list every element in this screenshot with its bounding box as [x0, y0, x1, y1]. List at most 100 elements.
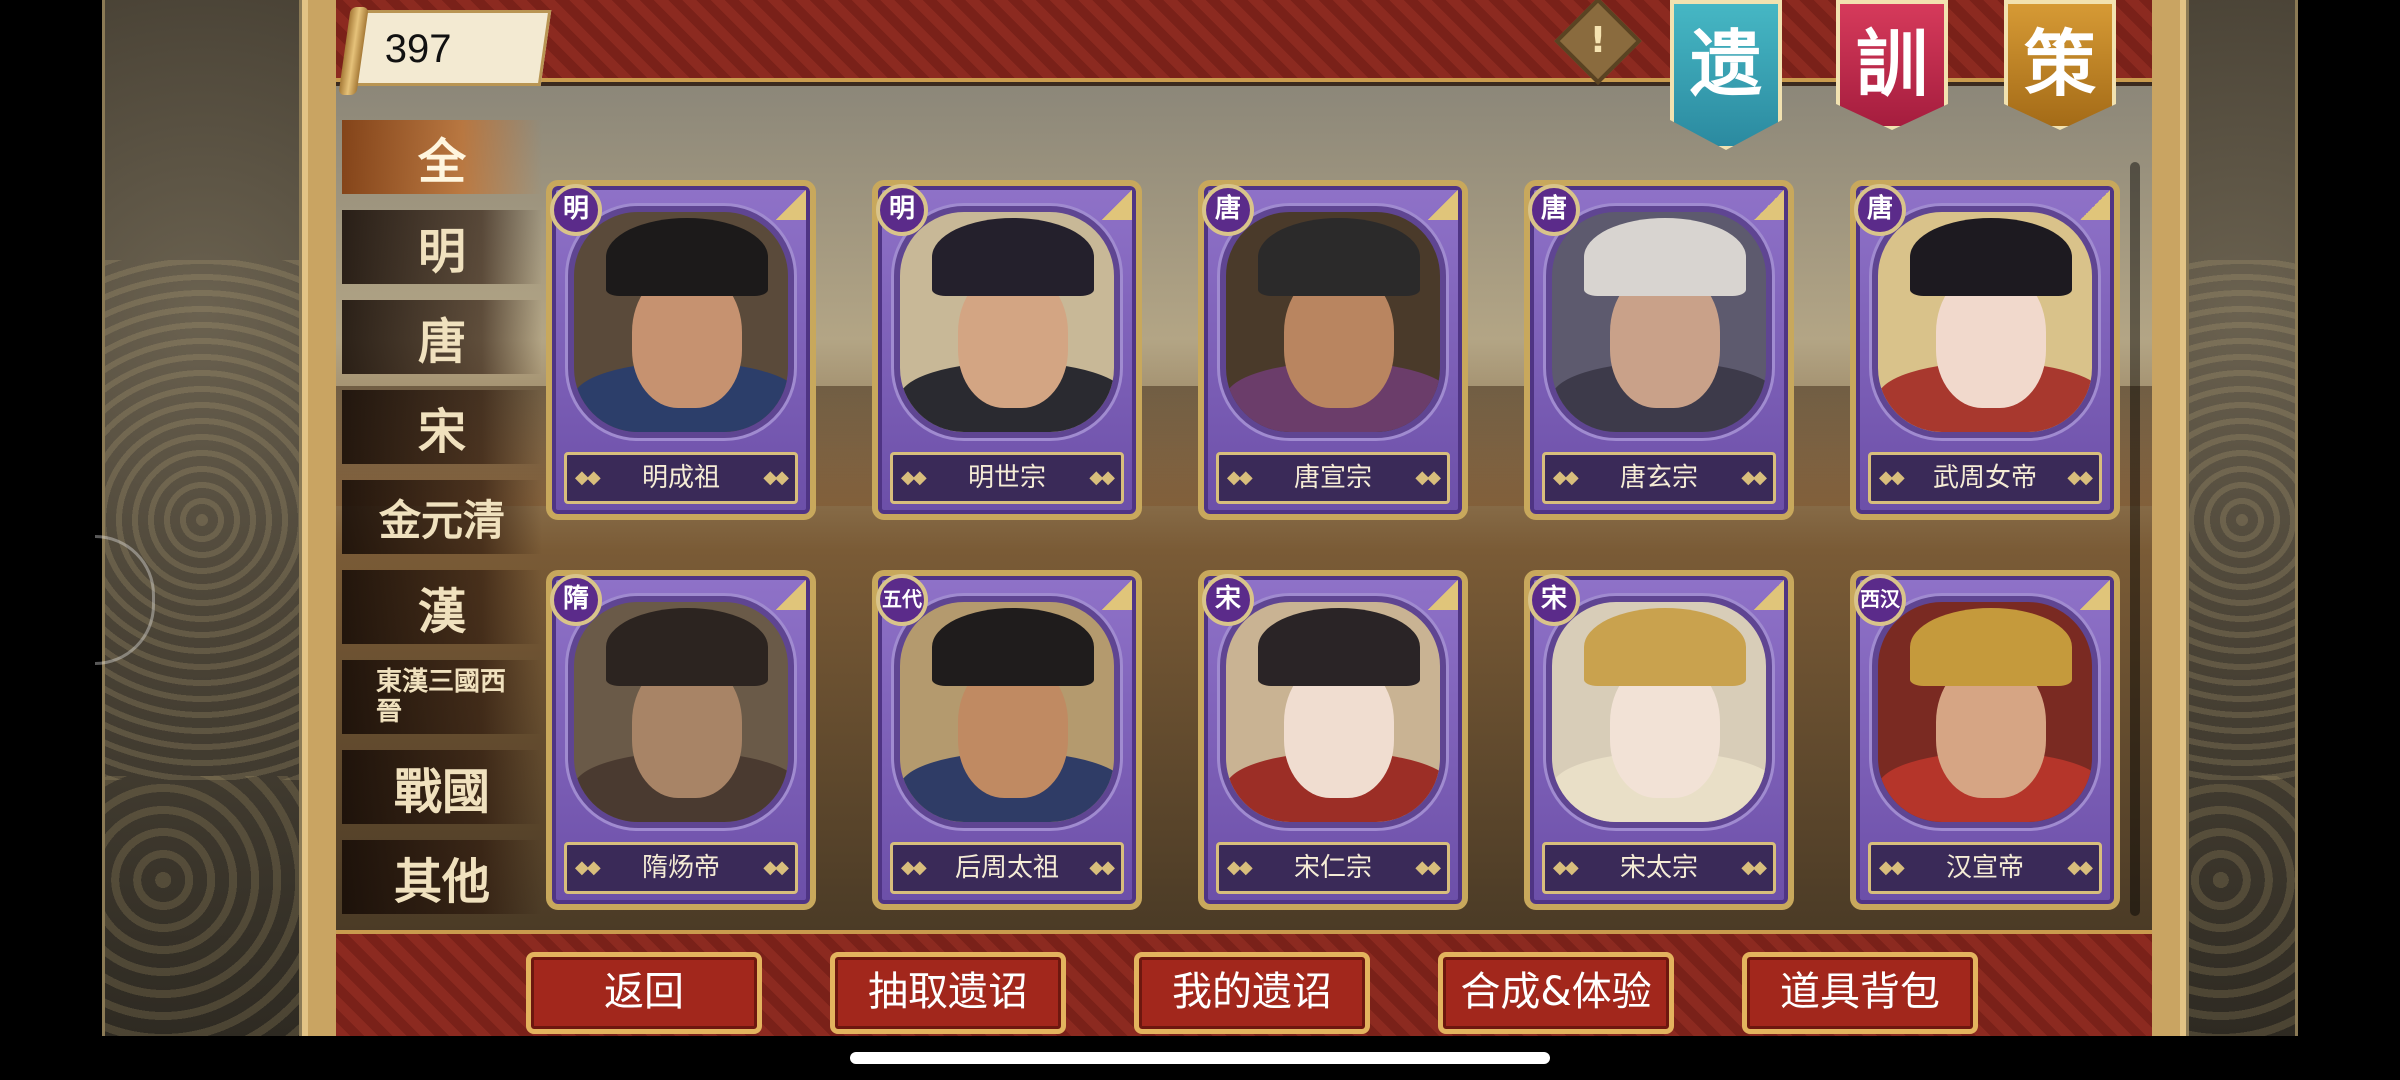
emperor-name: 唐玄宗 — [1619, 463, 1698, 493]
my-edicts-button[interactable]: 我的遗诏 — [1134, 952, 1370, 1034]
era-badge: 宋 — [1202, 574, 1254, 626]
card-list-scrollbar[interactable] — [2130, 162, 2140, 916]
hat — [932, 218, 1094, 296]
banner-ce-label: 策 — [2023, 21, 2096, 106]
emperor-name-plate: ◆◆ 武周女帝 ◆◆ — [1868, 452, 2102, 504]
ornament-icon: ◆◆ — [901, 467, 927, 488]
main-frame: 397 ! 遗 訓 策 全 明 唐 宋 金元清 漢 東漢三國西晉 戰國 其他 明 — [302, 0, 2186, 1036]
right-dragon-panel — [2186, 0, 2298, 1036]
emperor-card[interactable]: 隋 ◆◆ 隋炀帝 ◆◆ — [546, 570, 816, 910]
category-jin-yuan-qing[interactable]: 金元清 — [342, 480, 542, 554]
emperor-portrait — [1872, 206, 2098, 438]
cloud-decoration — [2189, 776, 2295, 1036]
emperor-name: 后周太祖 — [954, 853, 1059, 883]
emperor-name: 明世宗 — [967, 463, 1046, 493]
emperor-portrait — [568, 596, 794, 828]
emperor-portrait — [1546, 596, 1772, 828]
crown — [1910, 608, 2072, 686]
era-badge: 唐 — [1528, 184, 1580, 236]
emperor-portrait — [1220, 596, 1446, 828]
emperor-name-plate: ◆◆ 唐玄宗 ◆◆ — [1542, 452, 1776, 504]
banner-xun[interactable]: 訓 — [1836, 0, 1948, 130]
ornament-icon: ◆◆ — [1415, 467, 1441, 488]
emperor-card[interactable]: 明 ◆◆ 明成祖 ◆◆ — [546, 180, 816, 520]
cloud-decoration — [105, 776, 299, 1036]
emperor-name: 明成祖 — [641, 463, 720, 493]
emperor-name: 汉宣帝 — [1945, 853, 2024, 883]
era-badge: 五代 — [876, 574, 928, 626]
banner-yi-label: 遗 — [1689, 21, 1762, 106]
ornament-icon: ◆◆ — [1879, 857, 1905, 878]
emperor-name: 隋炀帝 — [641, 853, 720, 883]
category-donghan-sanguo-xijin[interactable]: 東漢三國西晉 — [342, 660, 542, 734]
item-bag-button[interactable]: 道具背包 — [1742, 952, 1978, 1034]
crown — [1584, 608, 1746, 686]
card-corner — [1102, 580, 1132, 610]
card-corner — [1102, 190, 1132, 220]
ornament-icon: ◆◆ — [901, 857, 927, 878]
hair — [1258, 608, 1420, 686]
era-badge: 西汉 — [1854, 574, 1906, 626]
emperor-card[interactable]: 宋 ◆◆ 宋仁宗 ◆◆ — [1198, 570, 1468, 910]
bottom-bar: 返回 抽取遗诏 我的遗诏 合成&体验 道具背包 — [336, 930, 2152, 1036]
category-zhanguo[interactable]: 戰國 — [342, 750, 542, 824]
banner-yi[interactable]: 遗 — [1670, 0, 1782, 150]
emperor-name-plate: ◆◆ 汉宣帝 ◆◆ — [1868, 842, 2102, 894]
emperor-card[interactable]: 西汉 ◆◆ 汉宣帝 ◆◆ — [1850, 570, 2120, 910]
ornament-icon: ◆◆ — [1227, 857, 1253, 878]
ornament-icon: ◆◆ — [1741, 467, 1767, 488]
emperor-name: 唐宣宗 — [1293, 463, 1372, 493]
ornament-icon: ◆◆ — [1553, 467, 1579, 488]
hair — [1910, 218, 2072, 296]
banner-ce[interactable]: 策 — [2004, 0, 2116, 130]
emperor-name-plate: ◆◆ 宋仁宗 ◆◆ — [1216, 842, 1450, 894]
scroll-icon — [338, 7, 369, 95]
emperor-name-plate: ◆◆ 隋炀帝 ◆◆ — [564, 842, 798, 894]
category-all[interactable]: 全 — [342, 120, 542, 194]
card-corner — [2080, 580, 2110, 610]
emperor-name-plate: ◆◆ 明世宗 ◆◆ — [890, 452, 1124, 504]
emperor-card[interactable]: 唐 ◆◆ 武周女帝 ◆◆ — [1850, 180, 2120, 520]
emperor-card[interactable]: 五代 ◆◆ 后周太祖 ◆◆ — [872, 570, 1142, 910]
category-ming[interactable]: 明 — [342, 210, 542, 284]
card-corner — [2080, 190, 2110, 220]
emperor-name-plate: ◆◆ 宋太宗 ◆◆ — [1542, 842, 1776, 894]
home-indicator[interactable] — [850, 1052, 1550, 1064]
hat — [1258, 218, 1420, 296]
era-badge: 隋 — [550, 574, 602, 626]
counter-value: 397 — [384, 27, 452, 71]
card-corner — [1754, 580, 1784, 610]
category-han[interactable]: 漢 — [342, 570, 542, 644]
draw-edict-button[interactable]: 抽取遗诏 — [830, 952, 1066, 1034]
era-badge: 明 — [550, 184, 602, 236]
emperor-name: 宋仁宗 — [1293, 853, 1372, 883]
main-panel: 397 ! 遗 訓 策 全 明 唐 宋 金元清 漢 東漢三國西晉 戰國 其他 明 — [336, 0, 2152, 1036]
ornament-icon: ◆◆ — [1741, 857, 1767, 878]
ornament-icon: ◆◆ — [1415, 857, 1441, 878]
emperor-card[interactable]: 唐 ◆◆ 唐宣宗 ◆◆ — [1198, 180, 1468, 520]
era-badge: 唐 — [1202, 184, 1254, 236]
ornament-icon: ◆◆ — [1089, 467, 1115, 488]
category-tang[interactable]: 唐 — [342, 300, 542, 374]
emperor-name-plate: ◆◆ 唐宣宗 ◆◆ — [1216, 452, 1450, 504]
emperor-card[interactable]: 明 ◆◆ 明世宗 ◆◆ — [872, 180, 1142, 520]
back-button[interactable]: 返回 — [526, 952, 762, 1034]
hat — [606, 608, 768, 686]
category-song[interactable]: 宋 — [342, 390, 542, 464]
emperor-portrait — [1546, 206, 1772, 438]
emperor-card[interactable]: 唐 ◆◆ 唐玄宗 ◆◆ — [1524, 180, 1794, 520]
currency-counter: 397 — [338, 7, 552, 95]
compose-experience-button[interactable]: 合成&体验 — [1438, 952, 1674, 1034]
ornament-icon: ◆◆ — [763, 467, 789, 488]
emperor-portrait — [1872, 596, 2098, 828]
emperor-card[interactable]: 宋 ◆◆ 宋太宗 ◆◆ — [1524, 570, 1794, 910]
category-other[interactable]: 其他 — [342, 840, 542, 914]
era-badge: 宋 — [1528, 574, 1580, 626]
exclamation-icon: ! — [1589, 20, 1607, 61]
alert-button[interactable]: ! — [1554, 0, 1642, 85]
ornament-icon: ◆◆ — [2067, 467, 2093, 488]
hat — [606, 218, 768, 296]
emperor-portrait — [568, 206, 794, 438]
hat — [932, 608, 1094, 686]
ornament-icon: ◆◆ — [575, 467, 601, 488]
